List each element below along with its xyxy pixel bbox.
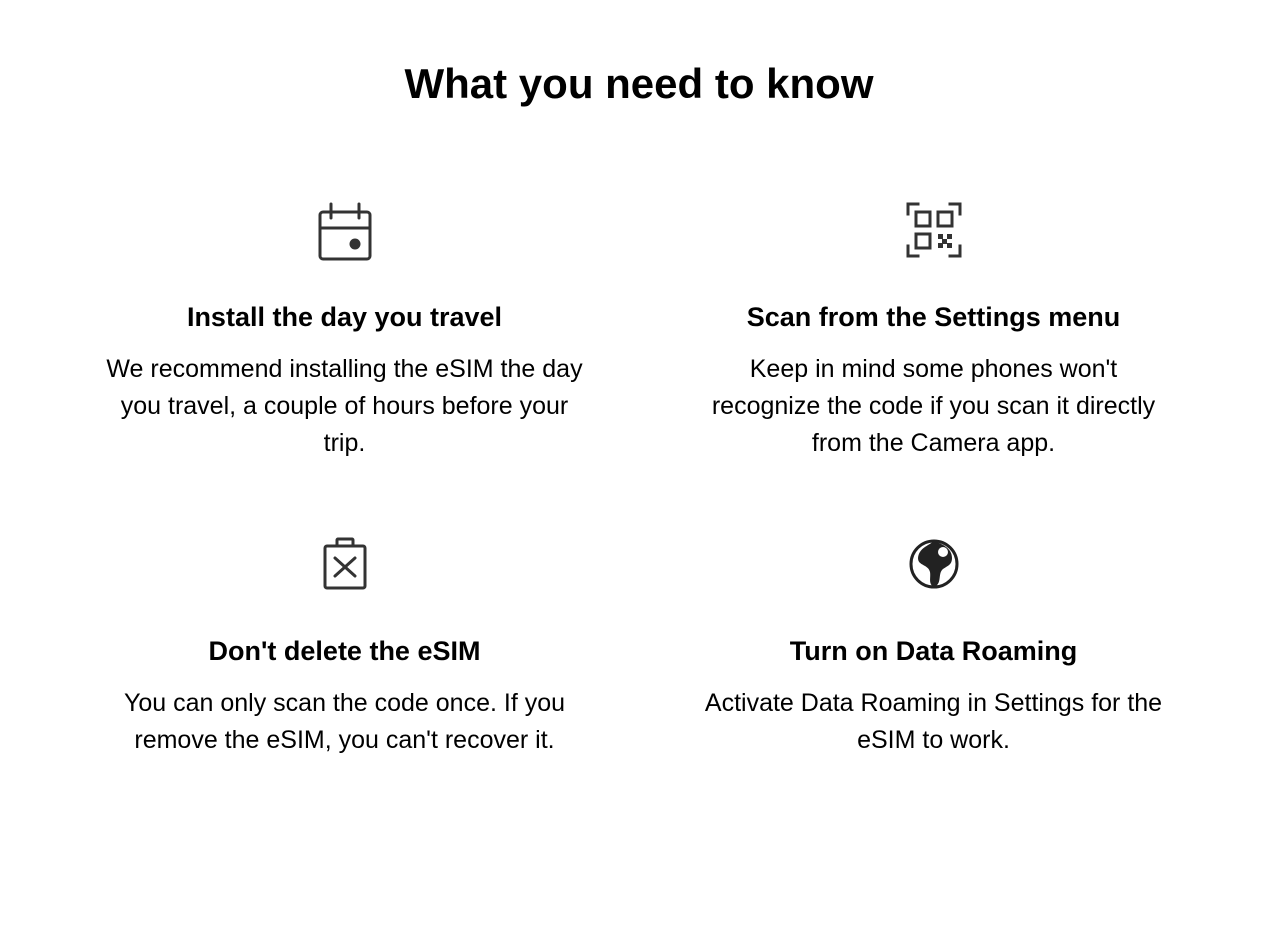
info-card-install: Install the day you travel We recommend … xyxy=(80,198,609,462)
calendar-event-icon xyxy=(313,198,377,262)
globe-icon xyxy=(902,532,966,596)
card-heading: Scan from the Settings menu xyxy=(747,302,1121,333)
info-card-scan: Scan from the Settings menu Keep in mind… xyxy=(669,198,1198,462)
card-body: Activate Data Roaming in Settings for th… xyxy=(694,685,1174,759)
info-grid: Install the day you travel We recommend … xyxy=(80,198,1198,759)
card-body: We recommend installing the eSIM the day… xyxy=(105,351,585,462)
page-title: What you need to know xyxy=(80,60,1198,108)
card-heading: Install the day you travel xyxy=(187,302,502,333)
info-card-dont-delete: Don't delete the eSIM You can only scan … xyxy=(80,532,609,759)
qr-scan-icon xyxy=(902,198,966,262)
delete-x-icon xyxy=(313,532,377,596)
card-heading: Don't delete the eSIM xyxy=(209,636,481,667)
card-body: Keep in mind some phones won't recognize… xyxy=(694,351,1174,462)
card-heading: Turn on Data Roaming xyxy=(790,636,1078,667)
card-body: You can only scan the code once. If you … xyxy=(105,685,585,759)
info-card-roaming: Turn on Data Roaming Activate Data Roami… xyxy=(669,532,1198,759)
